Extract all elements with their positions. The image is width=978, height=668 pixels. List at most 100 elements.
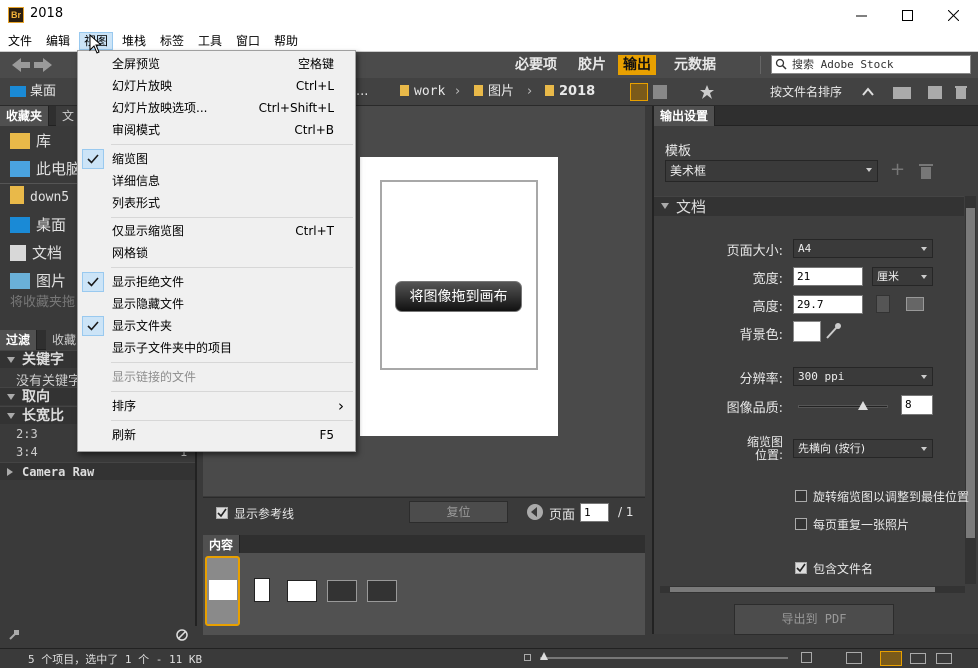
lock-grid-icon[interactable] <box>846 652 862 664</box>
quality-thumbnail-icon[interactable] <box>630 83 648 101</box>
minimize-button[interactable] <box>838 0 884 30</box>
favorite-library[interactable]: 库 <box>10 129 51 153</box>
pin-icon[interactable] <box>8 629 20 641</box>
view-menu-item[interactable]: 详细信息 <box>79 170 354 192</box>
favorite-this-pc[interactable]: 此电脑 <box>10 157 81 181</box>
view-menu-item[interactable]: 缩览图 <box>79 148 354 170</box>
rotate-thumbnails-checkbox[interactable] <box>795 490 807 502</box>
workspace-filmstrip[interactable]: 胶片 <box>573 55 611 75</box>
image-quality-input[interactable]: 8 <box>901 395 933 415</box>
unit-select[interactable]: 厘米 <box>872 267 933 286</box>
export-pdf-button[interactable]: 导出到 PDF <box>734 604 894 635</box>
sort-by-dropdown[interactable]: 按文件名排序 <box>770 84 842 100</box>
favorite-pictures[interactable]: 图片 <box>10 269 66 293</box>
view-thumbnails-icon[interactable] <box>880 651 902 666</box>
repeat-photo-checkbox[interactable] <box>795 518 807 530</box>
thumbnail-size-slider[interactable] <box>540 657 788 659</box>
workspace-metadata[interactable]: 元数据 <box>669 55 721 75</box>
resolution-select[interactable]: 300 ppi <box>793 367 933 386</box>
new-folder-icon[interactable] <box>928 86 942 99</box>
breadcrumb-root[interactable]: 桌面 <box>30 84 56 100</box>
menu-stacks[interactable]: 堆栈 <box>118 32 150 50</box>
tab-output-settings[interactable]: 输出设置 <box>654 106 716 126</box>
menu-edit[interactable]: 编辑 <box>42 32 74 50</box>
menu-window[interactable]: 窗口 <box>232 32 264 50</box>
previous-page-icon[interactable] <box>526 503 544 521</box>
landscape-orientation-icon[interactable] <box>906 297 924 311</box>
sort-ascending-icon[interactable] <box>862 87 874 96</box>
view-menu-item[interactable]: 显示拒绝文件 <box>79 271 354 293</box>
show-guides-checkbox[interactable] <box>216 507 228 519</box>
trash-icon[interactable] <box>955 85 967 99</box>
workspace-output[interactable]: 输出 <box>618 55 656 75</box>
right-scrollbar[interactable] <box>965 196 976 584</box>
view-menu-item[interactable]: 排序 › <box>79 395 354 417</box>
zoom-out-icon[interactable] <box>524 654 531 661</box>
view-menu-item[interactable]: 全屏预览 空格键 <box>79 53 354 75</box>
view-menu-item[interactable]: 幻灯片放映 Ctrl+L <box>79 75 354 97</box>
menu-file[interactable]: 文件 <box>4 32 36 50</box>
view-menu-item[interactable]: 审阅模式 Ctrl+B <box>79 119 354 141</box>
eyedropper-icon[interactable] <box>825 322 841 340</box>
height-input[interactable]: 29.7 <box>793 295 863 314</box>
filter-section-camera-raw[interactable]: Camera Raw <box>0 462 195 480</box>
view-list-icon[interactable] <box>936 653 952 664</box>
favorite-down5[interactable]: down5 <box>10 186 69 210</box>
scrollbar-thumb[interactable] <box>670 587 935 592</box>
view-menu-item[interactable]: 显示子文件夹中的项目 <box>79 337 354 359</box>
thumbnail-selected[interactable] <box>205 556 240 626</box>
tab-favorites[interactable]: 收藏夹 <box>0 106 50 126</box>
thumbnail-size-thumb[interactable] <box>540 652 548 660</box>
star-icon[interactable] <box>700 85 714 99</box>
page-size-select[interactable]: A4 <box>793 239 933 258</box>
open-recent-folder-icon[interactable] <box>893 87 911 99</box>
view-menu-item[interactable]: 幻灯片放映选项... Ctrl+Shift+L <box>79 97 354 119</box>
width-input[interactable]: 21 <box>793 267 863 286</box>
tab-filter[interactable]: 过滤 <box>0 330 38 350</box>
view-grid-icon[interactable] <box>653 85 667 99</box>
back-forward-icon[interactable] <box>12 57 62 73</box>
aspect-row[interactable]: 2:3 <box>16 427 38 441</box>
delete-template-icon[interactable] <box>919 163 933 179</box>
include-filename-checkbox[interactable] <box>795 562 807 574</box>
background-color-swatch[interactable] <box>793 321 821 342</box>
menu-tools[interactable]: 工具 <box>194 32 226 50</box>
template-select[interactable]: 美术框 <box>665 160 878 182</box>
thumbnail[interactable] <box>327 580 357 602</box>
add-template-icon[interactable]: + <box>890 161 905 179</box>
quality-slider-thumb[interactable] <box>857 401 868 410</box>
clear-filter-icon[interactable] <box>176 629 188 641</box>
portrait-orientation-icon[interactable] <box>876 295 890 313</box>
favorite-desktop[interactable]: 桌面 <box>10 213 66 237</box>
close-button[interactable] <box>930 0 976 30</box>
maximize-button[interactable] <box>884 0 930 30</box>
search-input[interactable]: 搜索 Adobe Stock <box>771 55 971 74</box>
thumbnail[interactable] <box>367 580 397 602</box>
horizontal-scrollbar[interactable] <box>660 586 965 593</box>
tab-content[interactable]: 内容 <box>203 535 241 555</box>
thumbnail-position-select[interactable]: 先横向 (按行) <box>793 439 933 458</box>
page-number-input[interactable]: 1 <box>580 503 609 522</box>
reset-button[interactable]: 复位 <box>409 501 508 523</box>
thumbnail[interactable] <box>254 578 270 602</box>
view-menu-item[interactable]: 显示隐藏文件 <box>79 293 354 315</box>
quality-slider-track[interactable] <box>798 405 888 408</box>
thumbnail[interactable] <box>287 580 317 602</box>
aspect-row[interactable]: 3:4 <box>16 445 38 459</box>
view-menu-item[interactable]: 仅显示缩览图 Ctrl+T <box>79 220 354 242</box>
menu-help[interactable]: 帮助 <box>270 32 302 50</box>
breadcrumb-work[interactable]: work <box>400 84 445 100</box>
favorite-documents[interactable]: 文档 <box>10 241 62 265</box>
view-menu-item[interactable]: 刷新 F5 <box>79 424 354 446</box>
view-menu-item[interactable]: 列表形式 <box>79 192 354 214</box>
breadcrumb-2018[interactable]: 2018 <box>545 84 595 100</box>
menu-label[interactable]: 标签 <box>156 32 188 50</box>
view-menu-item[interactable]: 网格锁 <box>79 242 354 264</box>
workspace-essentials[interactable]: 必要项 <box>510 55 562 75</box>
view-details-icon[interactable] <box>910 653 926 664</box>
zoom-in-icon[interactable] <box>801 652 812 663</box>
breadcrumb-images[interactable]: 图片 <box>474 84 514 100</box>
breadcrumb-ellipsis[interactable]: ... <box>356 84 368 100</box>
view-menu-item[interactable]: 显示文件夹 <box>79 315 354 337</box>
document-section-header[interactable]: 文档 <box>654 196 964 216</box>
